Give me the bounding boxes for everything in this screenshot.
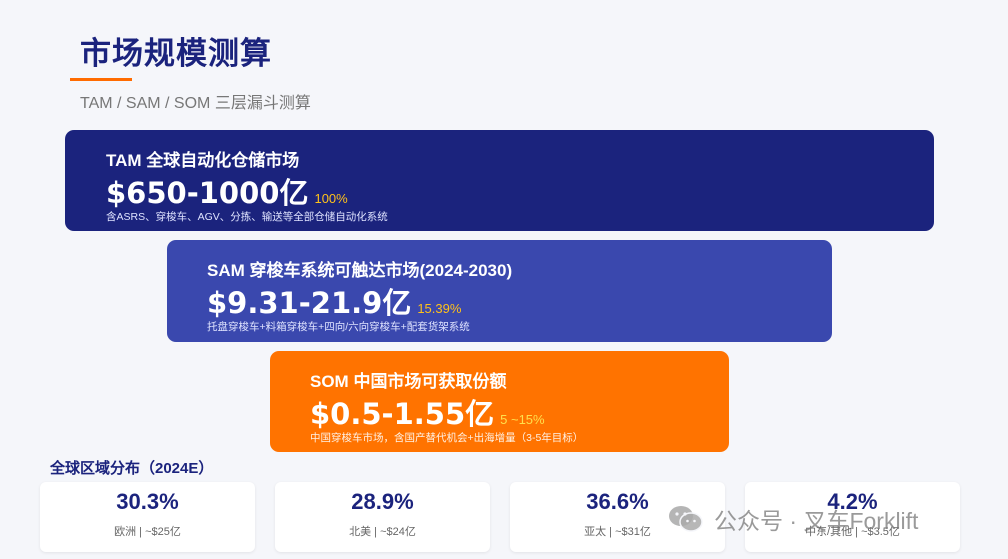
title-underline	[70, 78, 132, 81]
tam-percent: 100%	[314, 191, 348, 206]
region-percent: 4.2%	[827, 489, 878, 514]
region-percent: 28.9%	[351, 489, 414, 514]
som-value-row: $0.5-1.55亿 5 ~15%	[310, 391, 545, 433]
sam-description: 托盘穿梭车+料箱穿梭车+四向/六向穿梭车+配套货架系统	[207, 321, 470, 333]
som-percent: 5 ~15%	[500, 412, 545, 427]
region-percent: 30.3%	[116, 489, 179, 514]
page-subtitle: TAM / SAM / SOM 三层漏斗测算	[80, 95, 311, 112]
region-label: 中东/其他 | ~$3.5亿	[805, 526, 900, 538]
sam-tier: SAM 穿梭车系统可触达市场(2024-2030) $9.31-21.9亿 15.…	[167, 240, 832, 342]
region-card-asia-pacific: 36.6% 亚太 | ~$31亿	[510, 482, 725, 552]
sam-percent: 15.39%	[417, 301, 462, 316]
region-label: 北美 | ~$24亿	[349, 526, 416, 538]
tam-tier: TAM 全球自动化仓储市场 $650-1000亿 100% 含ASRS、穿梭车、A…	[65, 130, 934, 231]
region-label: 亚太 | ~$31亿	[584, 526, 651, 538]
region-percent: 36.6%	[586, 489, 649, 514]
som-value: $0.5-1.55亿	[310, 397, 495, 431]
tam-value-row: $650-1000亿 100%	[106, 170, 348, 212]
sam-value: $9.31-21.9亿	[207, 286, 412, 320]
tam-heading: TAM 全球自动化仓储市场	[106, 151, 300, 170]
tam-description: 含ASRS、穿梭车、AGV、分拣、输送等全部仓储自动化系统	[106, 211, 388, 223]
tam-value: $650-1000亿	[106, 176, 309, 210]
page-title: 市场规模测算	[80, 36, 272, 71]
sam-heading: SAM 穿梭车系统可触达市场(2024-2030)	[207, 261, 513, 280]
region-card-middle-east-other: 4.2% 中东/其他 | ~$3.5亿	[745, 482, 960, 552]
region-section-title: 全球区域分布（2024E）	[50, 460, 214, 477]
som-description: 中国穿梭车市场，含国产替代机会+出海增量（3-5年目标）	[310, 432, 584, 444]
sam-value-row: $9.31-21.9亿 15.39%	[207, 280, 461, 322]
region-card-north-america: 28.9% 北美 | ~$24亿	[275, 482, 490, 552]
region-card-europe: 30.3% 欧洲 | ~$25亿	[40, 482, 255, 552]
som-heading: SOM 中国市场可获取份额	[310, 372, 507, 391]
som-tier: SOM 中国市场可获取份额 $0.5-1.55亿 5 ~15% 中国穿梭车市场，含…	[270, 351, 729, 452]
region-label: 欧洲 | ~$25亿	[114, 526, 181, 538]
